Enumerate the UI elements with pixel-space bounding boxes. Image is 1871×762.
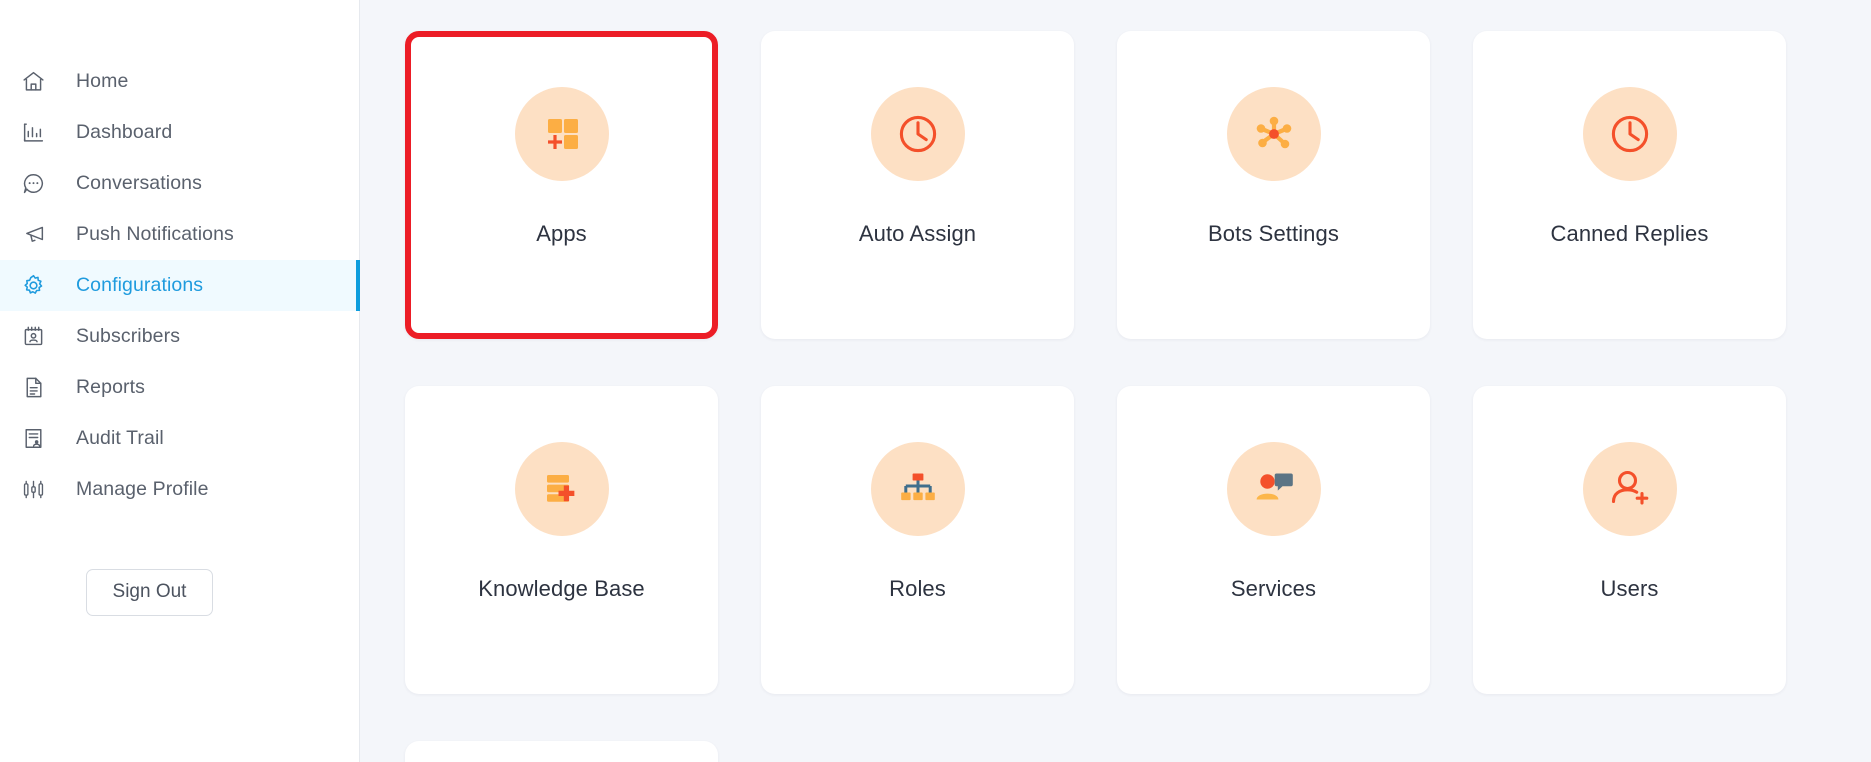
config-card-next-row[interactable] xyxy=(405,741,718,762)
sign-out-container: Sign Out xyxy=(0,569,359,616)
config-card-label: Apps xyxy=(536,221,587,246)
org-chart-icon xyxy=(870,442,965,536)
clock-icon xyxy=(1582,87,1677,181)
config-card-canned-replies[interactable]: Canned Replies xyxy=(1473,31,1786,339)
config-card-auto-assign[interactable]: Auto Assign xyxy=(761,31,1074,339)
sidebar-item-conversations[interactable]: Conversations xyxy=(0,158,359,209)
config-card-roles[interactable]: Roles xyxy=(761,386,1074,694)
document-icon xyxy=(16,373,50,403)
person-add-icon xyxy=(1582,442,1677,536)
chart-bar-icon xyxy=(16,118,50,148)
sidebar-item-label: Audit Trail xyxy=(76,427,164,449)
config-card-label: Canned Replies xyxy=(1550,221,1709,246)
network-hub-icon xyxy=(1226,87,1321,181)
sidebar-item-label: Conversations xyxy=(76,172,202,194)
sliders-icon xyxy=(16,475,50,505)
megaphone-icon xyxy=(16,220,50,250)
configurations-page: Home Dashboard Conversations Push Notifi… xyxy=(0,0,1871,762)
sidebar-item-subscribers[interactable]: Subscribers xyxy=(0,311,359,362)
sidebar-nav: Home Dashboard Conversations Push Notifi… xyxy=(0,56,360,515)
sidebar-item-audit-trail[interactable]: Audit Trail xyxy=(0,413,359,464)
sidebar-item-label: Dashboard xyxy=(76,121,173,143)
config-card-label: Roles xyxy=(889,576,946,601)
gear-icon xyxy=(16,271,50,301)
stacked-list-plus-icon xyxy=(514,442,609,536)
sidebar-item-configurations[interactable]: Configurations xyxy=(0,260,360,311)
configurations-main: Apps Auto Assign Bots Settings Canned Re… xyxy=(360,0,1871,762)
home-icon xyxy=(16,67,50,97)
config-card-users[interactable]: Users xyxy=(1473,386,1786,694)
person-chat-icon xyxy=(1226,442,1321,536)
sidebar-item-dashboard[interactable]: Dashboard xyxy=(0,107,359,158)
sidebar-item-label: Home xyxy=(76,70,129,92)
clock-icon xyxy=(870,87,965,181)
sidebar-item-label: Configurations xyxy=(76,274,204,296)
config-card-label: Users xyxy=(1600,576,1659,601)
sidebar-item-label: Manage Profile xyxy=(76,478,209,500)
sidebar-item-home[interactable]: Home xyxy=(0,56,359,107)
config-card-label: Services xyxy=(1230,576,1317,601)
sidebar-item-push-notifications[interactable]: Push Notifications xyxy=(0,209,359,260)
apps-grid-plus-icon xyxy=(514,87,609,181)
config-card-knowledge-base[interactable]: Knowledge Base xyxy=(405,386,718,694)
sidebar-item-label: Push Notifications xyxy=(76,223,234,245)
config-card-apps[interactable]: Apps xyxy=(405,31,718,339)
chat-bubble-icon xyxy=(16,169,50,199)
audit-list-icon xyxy=(16,424,50,454)
config-card-services[interactable]: Services xyxy=(1117,386,1430,694)
sidebar: Home Dashboard Conversations Push Notifi… xyxy=(0,0,360,762)
sidebar-item-label: Subscribers xyxy=(76,325,181,347)
sign-out-button[interactable]: Sign Out xyxy=(85,569,214,616)
sidebar-item-label: Reports xyxy=(76,376,145,398)
sidebar-item-manage-profile[interactable]: Manage Profile xyxy=(0,464,359,515)
config-card-bots-settings[interactable]: Bots Settings xyxy=(1117,31,1430,339)
sidebar-item-reports[interactable]: Reports xyxy=(0,362,359,413)
config-card-label: Bots Settings xyxy=(1208,221,1339,246)
contact-card-icon xyxy=(16,322,50,352)
config-card-label: Auto Assign xyxy=(858,221,977,246)
configuration-card-grid: Apps Auto Assign Bots Settings Canned Re… xyxy=(405,31,1833,762)
config-card-label: Knowledge Base xyxy=(478,576,645,601)
